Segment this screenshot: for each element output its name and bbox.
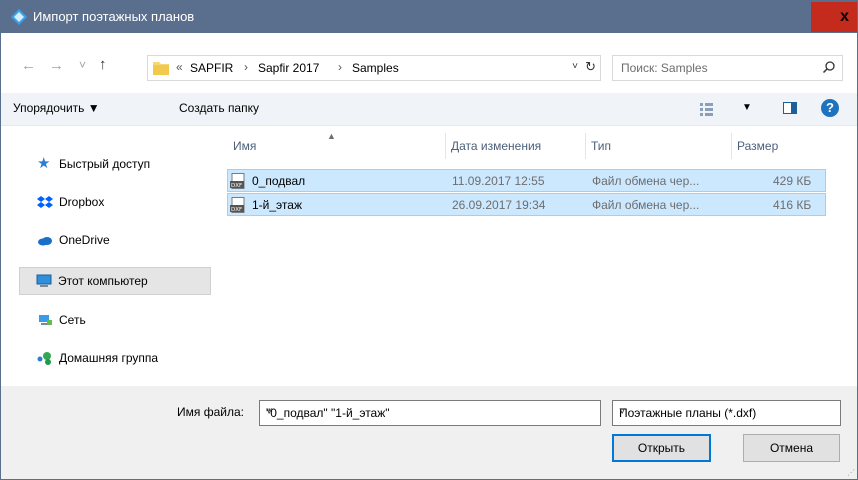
sidebar-item-label: OneDrive [59,233,110,247]
open-button[interactable]: Открыть [612,434,711,462]
file-row[interactable]: DXF 0_подвал 11.09.2017 12:55 Файл обмен… [227,169,826,192]
breadcrumb-overflow[interactable]: « [176,60,183,74]
file-type-select[interactable]: Поэтажные планы (*.dxf) ˅ [612,400,841,426]
computer-icon [36,274,52,287]
file-size: 429 КБ [773,174,812,188]
folder-icon [153,62,169,75]
new-folder-button[interactable]: Создать папку [179,101,259,115]
onedrive-icon [38,237,52,246]
close-icon: x [840,8,849,25]
sidebar-item-quick-access[interactable]: ★ Быстрый доступ [19,151,209,177]
dropbox-icon [37,196,53,208]
chevron-down-icon[interactable]: ˅ [572,61,578,72]
sidebar-item-label: Быстрый доступ [59,157,151,171]
file-date: 26.09.2017 19:34 [452,198,546,212]
search-placeholder: Поиск: Samples [621,61,708,75]
sidebar-item-onedrive[interactable]: OneDrive [19,227,209,253]
sidebar-item-this-pc[interactable]: Этот компьютер [19,267,211,295]
column-divider[interactable] [445,133,446,159]
network-icon [39,315,52,325]
filename-label: Имя файла: [177,405,244,419]
file-list: ▲ Имя Дата изменения Тип Размер DXF 0_по… [223,131,857,386]
svg-text:DXF: DXF [231,207,242,213]
view-options-icon[interactable] [699,101,725,117]
column-header-name[interactable]: Имя [233,139,256,153]
forward-icon[interactable]: → [49,57,64,74]
column-header-type[interactable]: Тип [591,139,611,153]
star-icon: ★ [37,155,51,172]
chevron-down-icon[interactable]: ˅ [266,406,594,418]
file-date: 11.09.2017 12:55 [452,174,545,188]
help-icon[interactable]: ? [821,99,839,117]
recent-locations-icon[interactable]: ˅ [79,58,86,72]
sidebar-item-network[interactable]: Сеть [19,307,209,333]
chevron-down-icon[interactable]: ˅ [619,406,834,418]
close-button[interactable]: x [811,2,857,32]
filename-combobox[interactable]: "0_подвал" "1-й_этаж" ˅ [259,400,601,426]
dxf-file-icon: DXF [230,197,245,213]
breadcrumb-sapfir-2017[interactable]: Sapfir 2017 [258,61,319,75]
file-name: 1-й_этаж [252,198,302,212]
sidebar-item-dropbox[interactable]: Dropbox [19,189,209,215]
column-divider[interactable] [585,133,586,159]
file-type: Файл обмена чер... [592,174,700,188]
file-name: 0_подвал [252,174,306,188]
search-input[interactable]: Поиск: Samples [612,55,843,81]
breadcrumb-sapfir[interactable]: SAPFIR [190,61,233,75]
title-bar[interactable]: Импорт поэтажных планов x [1,1,857,33]
view-dropdown-icon[interactable]: ▼ [742,102,752,113]
preview-pane-icon[interactable] [783,102,797,114]
cancel-button[interactable]: Отмена [743,434,840,462]
sort-ascending-icon: ▲ [327,131,336,141]
back-icon[interactable]: ← [21,57,36,74]
svg-text:DXF: DXF [231,183,242,189]
file-row[interactable]: DXF 1-й_этаж 26.09.2017 19:34 Файл обмен… [227,193,826,216]
column-header-date[interactable]: Дата изменения [451,139,541,153]
command-bar: Упорядочить ▼ Создать папку ▼ ? [1,93,857,126]
file-size: 416 КБ [773,198,812,212]
resize-grip-icon[interactable]: ⋰ [847,468,855,477]
window-title: Импорт поэтажных планов [33,9,195,24]
refresh-icon[interactable]: ↻ [585,59,596,75]
organize-button[interactable]: Упорядочить ▼ [13,101,100,115]
column-header-size[interactable]: Размер [737,139,778,153]
sidebar-item-label: Сеть [59,313,86,327]
sidebar-item-label: Домашняя группа [59,351,159,365]
app-icon [11,9,27,25]
sidebar-item-label: Этот компьютер [58,274,148,288]
navigation-pane: ★ Быстрый доступ Dropbox OneDrive Этот к… [1,131,215,386]
breadcrumb-separator: › [338,60,342,74]
breadcrumb-separator: › [244,60,248,74]
column-divider[interactable] [731,133,732,159]
homegroup-icon [37,352,51,365]
search-icon[interactable] [822,60,836,74]
dxf-file-icon: DXF [230,173,245,189]
up-folder-icon[interactable]: ↑ [99,56,107,73]
file-type: Файл обмена чер... [592,198,700,212]
import-dialog: Импорт поэтажных планов x ← → ˅ ↑ « SAPF… [0,0,858,480]
address-bar[interactable]: « SAPFIR › Sapfir 2017 › Samples ˅ ↻ [147,55,601,81]
sidebar-item-label: Dropbox [59,195,105,209]
sidebar-item-homegroup[interactable]: Домашняя группа [19,345,209,371]
breadcrumb-samples[interactable]: Samples [352,61,399,75]
dialog-footer: Имя файла: "0_подвал" "1-й_этаж" ˅ Поэта… [1,386,857,479]
